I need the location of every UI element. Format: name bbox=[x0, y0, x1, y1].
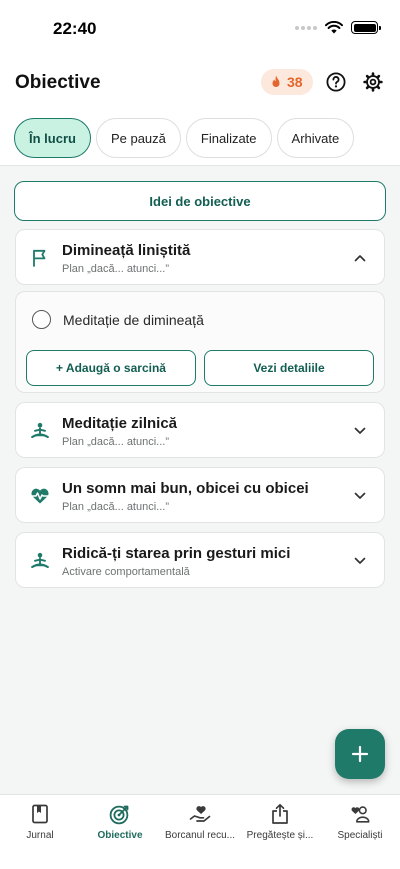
target-icon bbox=[109, 803, 131, 825]
nav-label: Obiective bbox=[97, 830, 143, 841]
chevron-down-icon[interactable] bbox=[352, 488, 368, 504]
page-title: Obiective bbox=[15, 72, 101, 93]
tab-in-lucru[interactable]: În lucru bbox=[14, 118, 91, 158]
goal-subtitle: Plan „dacă... atunci...” bbox=[62, 501, 169, 513]
nav-item-specialisti[interactable]: Specialiști bbox=[320, 795, 400, 869]
heartbeat-icon bbox=[30, 486, 50, 506]
goal-card-header[interactable]: Un somn mai bun, obicei cu obicei Plan „… bbox=[16, 468, 384, 524]
nav-item-pregateste[interactable]: Pregătește și... bbox=[240, 795, 320, 869]
gear-icon bbox=[363, 72, 383, 92]
plus-icon bbox=[351, 745, 369, 763]
goal-expanded-panel: Meditație de dimineață + Adaugă o sarcin… bbox=[15, 291, 385, 393]
streak-badge[interactable]: 38 bbox=[261, 69, 313, 95]
flag-icon bbox=[30, 248, 50, 268]
bottom-nav: Jurnal Obiective Borcanul recu... Pregăt… bbox=[0, 794, 400, 869]
wifi-icon bbox=[325, 21, 343, 34]
nav-label: Jurnal bbox=[26, 830, 54, 841]
settings-button[interactable] bbox=[361, 70, 385, 94]
goal-title: Un somn mai bun, obicei cu obicei bbox=[62, 480, 309, 497]
help-button[interactable] bbox=[324, 70, 348, 94]
nav-label: Specialiști bbox=[337, 830, 383, 841]
goal-subtitle: Plan „dacă... atunci...” bbox=[62, 436, 169, 448]
goal-card[interactable]: Un somn mai bun, obicei cu obicei Plan „… bbox=[15, 467, 385, 523]
task-item[interactable]: Meditație de dimineață bbox=[32, 310, 204, 329]
meditation-icon bbox=[30, 551, 50, 571]
chevron-down-icon[interactable] bbox=[352, 553, 368, 569]
goal-card-header[interactable]: Dimineață liniștită Plan „dacă... atunci… bbox=[16, 230, 384, 286]
goal-title: Dimineață liniștită bbox=[62, 242, 191, 259]
goal-card[interactable]: Meditație zilnică Plan „dacă... atunci..… bbox=[15, 402, 385, 458]
add-goal-button[interactable] bbox=[335, 729, 385, 779]
goal-subtitle: Plan „dacă... atunci...” bbox=[62, 263, 169, 275]
tab-arhivate[interactable]: Arhivate bbox=[276, 118, 355, 158]
add-task-button[interactable]: + Adaugă o sarcină bbox=[26, 350, 196, 386]
signal-icon bbox=[295, 25, 317, 30]
header: Obiective 38 În lucru Pe pauză Finalizat… bbox=[0, 60, 400, 166]
journal-icon bbox=[29, 803, 51, 825]
jar-heart-icon bbox=[189, 803, 211, 825]
goal-subtitle: Activare comportamentală bbox=[62, 566, 190, 578]
goal-card-header[interactable]: Ridică-ți starea prin gesturi mici Activ… bbox=[16, 533, 384, 589]
status-bar: 22:40 bbox=[0, 0, 400, 60]
status-time: 22:40 bbox=[53, 19, 97, 38]
nav-label: Borcanul recu... bbox=[164, 830, 236, 841]
goal-card-header[interactable]: Meditație zilnică Plan „dacă... atunci..… bbox=[16, 403, 384, 459]
task-label: Meditație de dimineață bbox=[63, 311, 204, 328]
goal-ideas-button[interactable]: Idei de obiective bbox=[14, 181, 386, 221]
tab-finalizate[interactable]: Finalizate bbox=[185, 118, 272, 158]
view-details-button[interactable]: Vezi detaliile bbox=[204, 350, 374, 386]
task-checkbox[interactable] bbox=[32, 310, 51, 329]
nav-item-obiective[interactable]: Obiective bbox=[80, 795, 160, 869]
help-icon bbox=[326, 72, 346, 92]
chevron-down-icon[interactable] bbox=[352, 423, 368, 439]
battery-icon bbox=[351, 21, 381, 34]
share-icon bbox=[269, 803, 291, 825]
status-indicators bbox=[295, 21, 381, 34]
goal-card[interactable]: Dimineață liniștită Plan „dacă... atunci… bbox=[15, 229, 385, 285]
specialists-icon bbox=[349, 803, 371, 825]
tab-pe-pauza[interactable]: Pe pauză bbox=[95, 118, 181, 158]
meditation-icon bbox=[30, 421, 50, 441]
goal-title: Ridică-ți starea prin gesturi mici bbox=[62, 545, 291, 562]
streak-count: 38 bbox=[287, 74, 303, 90]
chevron-up-icon[interactable] bbox=[352, 250, 368, 266]
fire-icon bbox=[272, 75, 280, 87]
goal-title: Meditație zilnică bbox=[62, 415, 178, 432]
nav-item-borcanul[interactable]: Borcanul recu... bbox=[160, 795, 240, 869]
nav-item-jurnal[interactable]: Jurnal bbox=[0, 795, 80, 869]
goal-card[interactable]: Ridică-ți starea prin gesturi mici Activ… bbox=[15, 532, 385, 588]
status-tabs: În lucru Pe pauză Finalizate Arhivate bbox=[14, 118, 355, 158]
nav-label: Pregătește și... bbox=[246, 830, 314, 841]
